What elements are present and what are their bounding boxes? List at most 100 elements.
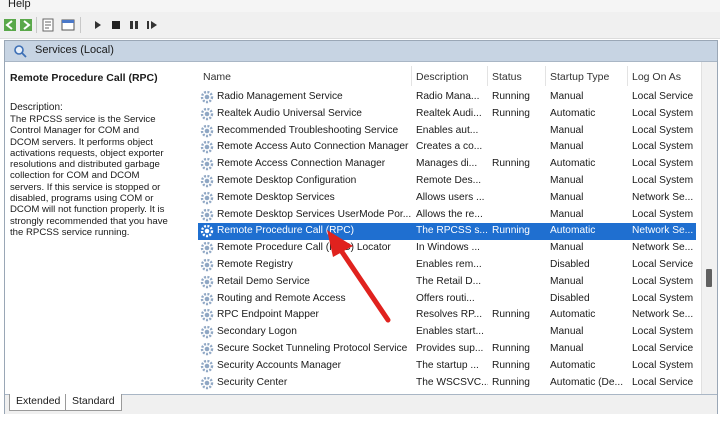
service-row[interactable]: RPC Endpoint Mapper Resolves RP... Running…: [198, 307, 696, 324]
service-name: RPC Endpoint Mapper: [217, 309, 319, 321]
gear-icon: [200, 208, 214, 221]
service-startup-type: Automatic: [550, 158, 596, 170]
scrollbar-thumb[interactable]: [706, 269, 712, 287]
service-logon-as: Local System: [632, 275, 694, 287]
panel-title: Services (Local): [35, 44, 114, 56]
gear-icon: [200, 342, 214, 356]
gear-icon: [200, 157, 214, 171]
services-list: Name Description Status Startup Type Log…: [193, 62, 697, 394]
gear-icon: [200, 292, 214, 305]
service-row[interactable]: Security Accounts Manager The startup ...…: [198, 358, 696, 375]
service-status: Running: [492, 376, 530, 388]
service-logon-as: Network Se...: [632, 191, 694, 203]
service-desc: The WSCSVC...: [416, 376, 488, 388]
service-startup-type: Manual: [550, 175, 584, 186]
description-line: Control Manager for COM and: [10, 125, 140, 137]
service-name: Remote Access Auto Connection Manager: [217, 141, 409, 153]
service-logon-as: Local System: [632, 326, 694, 338]
service-row[interactable]: Secondary Logon Enables start... Manual Loc…: [198, 324, 696, 341]
details-pane: Remote Procedure Call (RPC) Description:…: [5, 62, 193, 394]
service-name: Remote Access Connection Manager: [217, 158, 386, 170]
service-row[interactable]: Security Center The WSCSVC... Running Autom…: [198, 375, 696, 392]
description-label: Description:: [10, 102, 63, 113]
back-icon[interactable]: [2, 17, 18, 33]
start-icon[interactable]: [90, 17, 106, 33]
tab-standard[interactable]: Standard: [65, 394, 122, 411]
service-logon-as: Local Service: [632, 343, 694, 354]
service-status: Running: [492, 343, 530, 354]
forward-icon[interactable]: [18, 17, 34, 33]
service-desc: In Windows ...: [416, 242, 480, 254]
service-logon-as: Local System: [632, 158, 694, 170]
service-status: Running: [492, 91, 530, 102]
menu-help[interactable]: Help: [8, 0, 31, 10]
service-logon-as: Local Service: [632, 259, 694, 270]
service-status: Running: [492, 309, 530, 321]
console-icon[interactable]: [60, 17, 76, 33]
service-desc: The startup ...: [416, 359, 479, 371]
service-logon-as: Local System: [632, 175, 694, 186]
description-line: activations requests, object exporter: [10, 147, 164, 159]
menu-bar: Help: [0, 0, 720, 12]
service-row[interactable]: Remote Access Connection Manager Manages …: [198, 156, 696, 173]
service-startup-type: Automatic: [550, 225, 596, 237]
service-name: Routing and Remote Access: [217, 292, 346, 304]
service-status: Running: [492, 107, 530, 119]
service-row[interactable]: Recommended Troubleshooting Service Enabl…: [198, 123, 696, 140]
service-logon-as: Network Se...: [632, 225, 694, 237]
service-name: Remote Desktop Configuration: [217, 175, 357, 186]
service-row[interactable]: Realtek Audio Universal Service Realtek A…: [198, 106, 696, 123]
service-startup-type: Manual: [550, 124, 584, 136]
service-startup-type: Automatic (De...: [550, 376, 624, 388]
description-line: strongly recommended that you have: [10, 215, 168, 227]
service-name: Realtek Audio Universal Service: [217, 107, 362, 119]
service-name: Remote Procedure Call (RPC) Locator: [217, 242, 391, 254]
gear-icon: [200, 241, 214, 255]
gear-icon: [200, 258, 214, 272]
gear-icon: [200, 359, 214, 372]
service-row[interactable]: Routing and Remote Access Offers routi...…: [198, 291, 696, 308]
service-name: Secondary Logon: [217, 326, 297, 338]
service-desc: Realtek Audi...: [416, 107, 482, 119]
service-row[interactable]: Radio Management Service Radio Mana... Run…: [198, 89, 696, 106]
properties-icon[interactable]: [40, 17, 56, 33]
service-startup-type: Manual: [550, 326, 584, 338]
service-row[interactable]: Remote Access Auto Connection Manager Cre…: [198, 139, 696, 156]
column-description[interactable]: Description: [416, 71, 469, 83]
column-logon-as[interactable]: Log On As: [632, 71, 681, 83]
service-row[interactable]: Retail Demo Service The Retail D... Manual…: [198, 274, 696, 291]
service-row[interactable]: Remote Procedure Call (RPC) Locator In Wi…: [198, 240, 696, 257]
service-row[interactable]: Remote Desktop Services UserMode Por... A…: [198, 207, 696, 224]
column-name[interactable]: Name: [203, 71, 231, 83]
service-name: Secure Socket Tunneling Protocol Service: [217, 343, 408, 354]
pause-icon[interactable]: [126, 17, 142, 33]
service-row[interactable]: Remote Registry Enables rem... Disabled Loc…: [198, 257, 696, 274]
description-line: servers. If this service is stopped or: [10, 181, 161, 193]
tab-extended[interactable]: Extended: [9, 394, 68, 411]
service-logon-as: Local Service: [632, 376, 694, 388]
service-row[interactable]: Remote Procedure Call (RPC) The RPCSS s..…: [198, 223, 696, 241]
panel-header: Services (Local): [5, 41, 717, 62]
description-line: disabled, programs using COM or: [10, 193, 154, 205]
vertical-scrollbar[interactable]: [701, 62, 717, 394]
restart-icon[interactable]: [144, 17, 160, 33]
service-status: Running: [492, 359, 530, 371]
service-row[interactable]: Remote Desktop Configuration Remote Des..…: [198, 173, 696, 190]
service-name: Retail Demo Service: [217, 275, 310, 287]
column-startup-type[interactable]: Startup Type: [550, 71, 609, 83]
services-panel: Services (Local) Remote Procedure Call (…: [4, 40, 718, 414]
gear-icon: [200, 141, 214, 154]
service-logon-as: Local System: [632, 292, 694, 304]
service-row[interactable]: Secure Socket Tunneling Protocol Service…: [198, 341, 696, 358]
service-logon-as: Local System: [632, 107, 694, 119]
column-status[interactable]: Status: [492, 71, 522, 83]
service-name: Radio Management Service: [217, 91, 343, 102]
gear-icon: [200, 275, 214, 288]
service-desc: Creates a co...: [416, 141, 483, 153]
service-status: Running: [492, 158, 530, 170]
service-row[interactable]: Remote Desktop Services Allows users ... M…: [198, 190, 696, 207]
gear-icon: [200, 107, 214, 120]
gear-icon: [200, 376, 214, 389]
service-logon-as: Network Se...: [632, 309, 694, 321]
stop-icon[interactable]: [108, 17, 124, 33]
